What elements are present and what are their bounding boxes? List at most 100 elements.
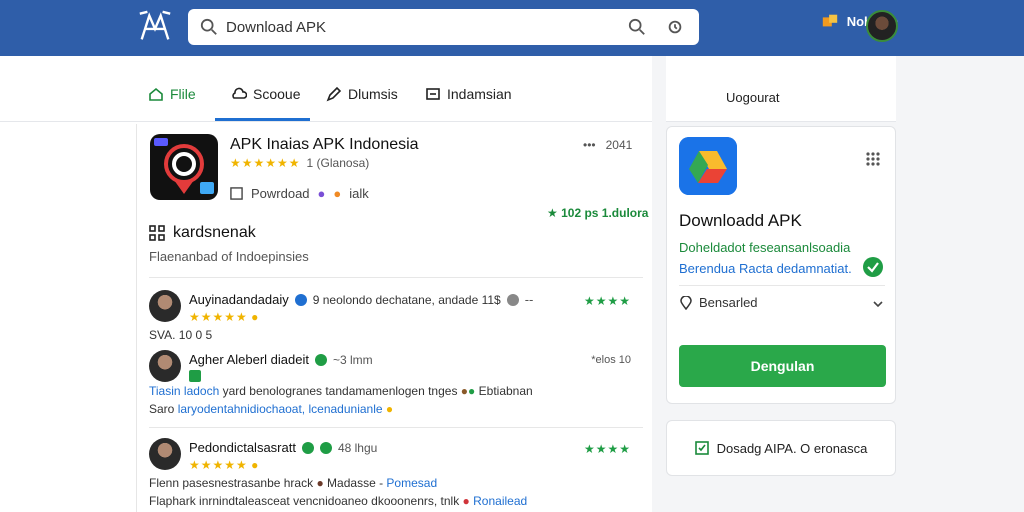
secondary-download-card[interactable]: Dosadg AIPA. O eronasca [666,420,896,476]
dash-text: -- [524,292,534,307]
face-icon: ● [460,384,469,398]
reviewer-avatar[interactable] [149,350,181,382]
review-score: SVA. 10 0 5 [149,328,213,342]
tab-scooue[interactable]: Scooue [231,86,300,102]
divider [149,277,643,278]
active-tab-indicator [215,118,310,121]
reviewer-stars: ★★★★★ ● [189,458,258,472]
review-text: Saro [149,402,175,416]
flag-icon: ● [462,494,470,508]
review-link-2[interactable]: lcenadunianle [308,402,382,416]
tab-dlumsis[interactable]: Dlumsis [326,86,398,102]
meta-talk[interactable]: ialk [349,186,369,201]
review-line-1: Flenn pasesnestrasanbe hrack ● Madasse -… [149,476,437,490]
review-time: 48 lhgu [337,440,378,455]
rating-stars: ★★★★★★ [230,156,301,170]
review-meta-right: *elos 10 [591,354,631,366]
reviewer-stars: ★★★★★ ● [189,310,258,324]
location-icon [680,295,692,310]
download-count-text: 102 ps 1.dulora [561,206,649,220]
download-card-title: Downloadd APK [679,211,802,230]
review-line-2: Saro laryodentahnidiochaoat, lcenadunian… [149,402,393,416]
apps-grid-icon[interactable] [865,151,881,167]
app-drive-icon[interactable] [679,137,737,195]
reviewer-name[interactable]: Agher Aleberl diadeit [189,352,309,367]
download-button[interactable]: Dengulan [679,345,886,387]
sidebar-header-label[interactable]: Uogourat [726,90,779,105]
reviewer-name-row: Auyinadandadaiy 9 neolondo dechatane, an… [189,292,533,307]
secondary-card-label: Dosadg AIPA. O eronasca [716,440,868,456]
smile-icon: ● [251,310,259,324]
review-text: Flenn pasesnestrasanbe hrack [149,476,314,490]
review-item: Agher Aleberl diadeit ~3 lmm Tiasin lado… [149,350,643,416]
reviewer-avatar[interactable] [149,438,181,470]
ellipsis-icon[interactable]: ••• [583,138,596,152]
app-rating: ★★★★★★ 1 (Glanosa) [230,156,369,170]
reviewer-name[interactable]: Pedondictalsasratt [189,440,296,455]
smile-icon: ● [333,186,342,201]
verified-icon [314,353,327,366]
review-link[interactable]: Tiasin ladoch [149,384,219,398]
download-card-line-2[interactable]: Berendua Racta dedamnatiat. [679,261,852,276]
review-link[interactable]: Ronailead [473,494,527,508]
pen-icon [326,86,342,102]
more-menu[interactable]: ••• 2041 [583,138,632,152]
divider [149,427,643,428]
review-text-end: Ebtiabnan [478,384,533,398]
meta-label[interactable]: Powrdoad [251,186,310,201]
cloud-icon [232,87,247,99]
check-icon [863,257,883,277]
search-input[interactable] [226,18,606,36]
tab-file[interactable]: Flile [148,86,196,102]
grid-icon [149,225,165,241]
checkbox-icon[interactable] [694,441,709,455]
verified-icon-2 [319,441,332,454]
rating-stars: ★★★★★ [189,458,248,472]
notification-icon[interactable] [821,12,839,30]
app-emblem-icon [154,138,214,194]
reviewer-name[interactable]: Auyinadandadaiy [189,292,289,307]
chevron-down-icon[interactable] [871,297,885,311]
rating-stars: ★★★★★ [189,310,248,324]
review-time: ~3 lmm [332,352,373,367]
section-heading: kardsnenak [149,224,256,242]
tab-label: Scooue [253,86,301,102]
search-bar[interactable] [188,9,699,45]
option-label: Bensarled [699,295,758,310]
review-rating-right: ★★★★ [583,294,631,308]
reviewer-name-row: Agher Aleberl diadeit ~3 lmm [189,352,373,367]
review-item: Auyinadandadaiy 9 neolondo dechatane, an… [149,290,643,350]
info-icon[interactable] [506,293,519,306]
face-icon: ● [316,476,324,490]
app-icon[interactable] [150,134,218,200]
user-avatar[interactable] [866,10,898,42]
review-item: Pedondictalsasratt 48 lhgu ★★★★★ ● Flenn… [149,438,643,508]
tab-label: Flile [170,86,196,102]
main-content: Flile Scooue Dlumsis Indamsian APK Inaia… [0,56,652,512]
reviewer-avatar[interactable] [149,290,181,322]
smile-icon: ● [385,402,394,416]
drive-logo-icon [679,137,737,195]
tab-label: Dlumsis [348,86,398,102]
top-bar: Nobloae [0,0,1024,56]
section-subtitle: Flaenanbad of Indoepinsies [149,249,309,264]
option-dropdown[interactable]: Bensarled [679,295,883,310]
rating-count: 1 (Glanosa) [306,156,370,170]
tab-bar: Flile Scooue Dlumsis Indamsian [0,56,652,122]
review-text: yard benologranes tandamamenlogen tnges [222,384,458,398]
verified-icon [294,293,307,306]
tab-indamsian[interactable]: Indamsian [425,86,512,102]
section-heading-text: kardsnenak [173,224,256,241]
download-card-line-1: Doheldadot feseansanlsoadia [679,240,851,255]
smile-icon: ● [251,458,259,472]
app-logo-icon[interactable] [136,8,174,46]
review-line-2: Flaphark inrnindtaleasceat vencnidoaneo … [149,494,527,508]
verified-icon [301,441,314,454]
download-count: ★ 102 ps 1.dulora [547,206,649,220]
refresh-icon[interactable] [666,18,684,36]
review-link[interactable]: laryodentahnidiochaoat, [178,402,305,416]
badge-icon [189,370,201,382]
sidebar: Uogourat Downloadd APK Doheldadot fesean… [652,56,1024,512]
review-link[interactable]: Pomesad [386,476,437,490]
search-submit-icon[interactable] [628,18,646,36]
